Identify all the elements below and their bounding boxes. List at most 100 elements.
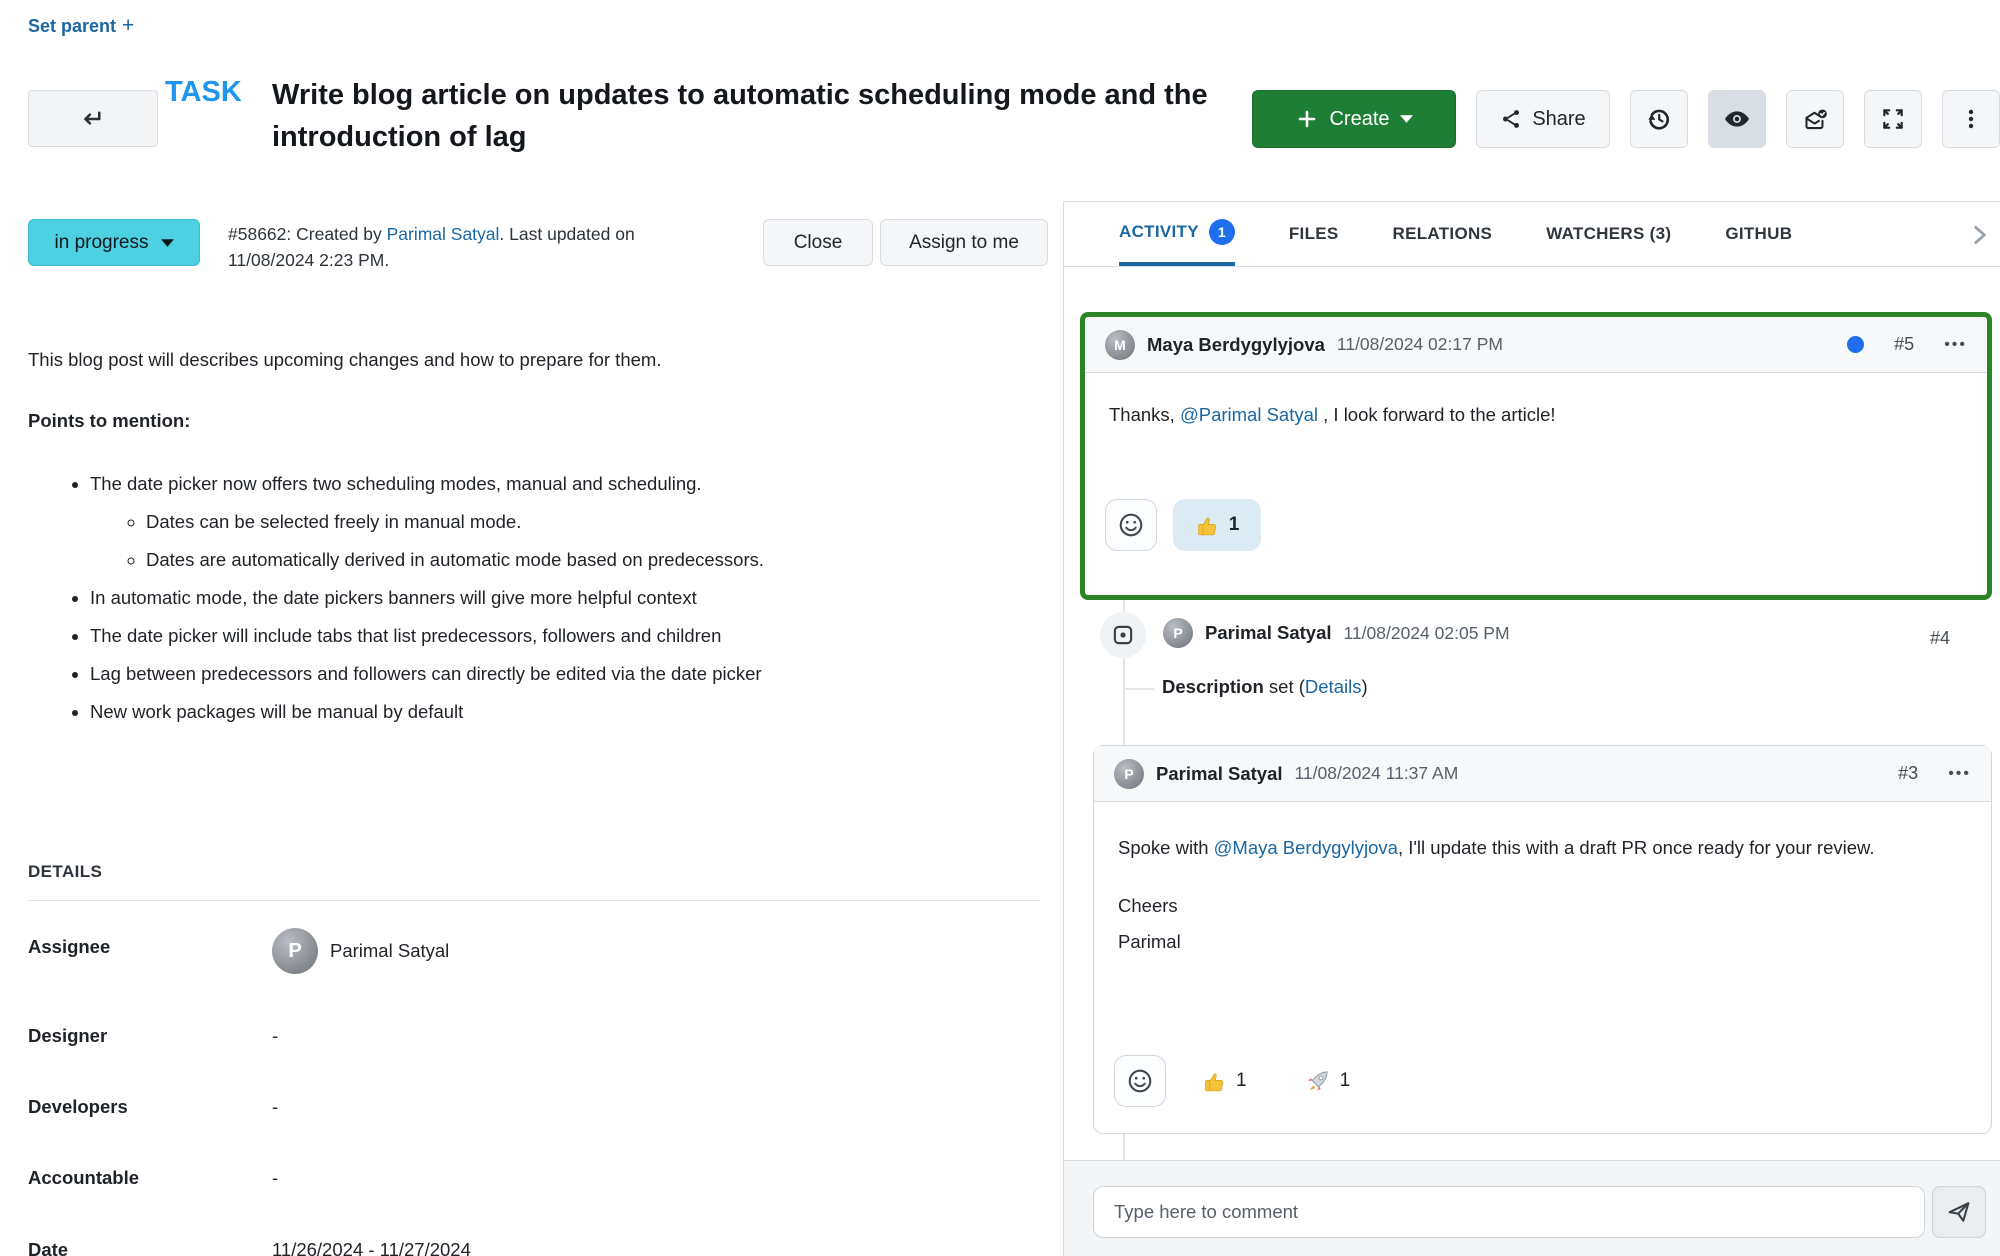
fullscreen-button[interactable] — [1864, 90, 1922, 148]
comment-number: #5 — [1894, 334, 1915, 354]
comment-menu-button[interactable]: ••• — [1944, 336, 1967, 354]
unread-indicator-dot — [1847, 336, 1865, 353]
comment-text: Thanks, @Parimal Satyal , I look forward… — [1109, 404, 1556, 425]
mention-link[interactable]: @Maya Berdygylyjova — [1214, 837, 1398, 858]
work-package-meta: #58662: Created by Parimal Satyal. Last … — [228, 224, 635, 270]
event-change-text: Description set (Details) — [1162, 676, 1368, 697]
kebab-menu-icon — [1959, 107, 1983, 131]
comment-timestamp: 11/08/2024 02:17 PM — [1336, 334, 1503, 354]
designer-value[interactable]: - — [272, 1025, 278, 1047]
share-icon — [1500, 108, 1522, 130]
reactions-row: 1 — [1105, 499, 1261, 551]
close-button[interactable]: Close — [763, 219, 873, 266]
tabs-scroll-right-button[interactable] — [1966, 222, 1992, 248]
set-parent-link[interactable]: Set parent + — [28, 14, 134, 38]
details-heading: DETAILS — [28, 862, 103, 881]
tab-watchers[interactable]: WATCHERS (3) — [1546, 202, 1671, 266]
tab-relations[interactable]: RELATIONS — [1393, 202, 1493, 266]
date-value[interactable]: 11/26/2024 - 11/27/2024 — [272, 1239, 471, 1256]
description-editable-area[interactable]: This blog post will describes upcoming c… — [28, 346, 1028, 736]
comment-timestamp: 11/08/2024 11:37 AM — [1294, 763, 1459, 783]
page-title[interactable]: Write blog article on updates to automat… — [272, 74, 1237, 158]
reactions-row: 1 1 — [1114, 1055, 1356, 1107]
comment-text: Spoke with @Maya Berdygylyjova, I'll upd… — [1118, 837, 1875, 858]
assign-to-me-button[interactable]: Assign to me — [880, 219, 1048, 266]
comment-5-card: M Maya Berdygylyjova 11/08/2024 02:17 PM… — [1080, 312, 1992, 600]
reaction-count: 1 — [1228, 514, 1240, 535]
comment-composer — [1064, 1160, 2000, 1256]
comment-author: Parimal Satyal — [1156, 762, 1283, 784]
description-sub-bullet: Dates are automatically derived in autom… — [146, 546, 1028, 574]
tab-files[interactable]: FILES — [1289, 202, 1339, 266]
thumbs-up-reaction-chip[interactable]: 1 — [1173, 499, 1261, 551]
description-bullet: The date picker now offers two schedulin… — [90, 470, 1028, 574]
mail-check-icon — [1802, 106, 1829, 133]
developers-label: Developers — [28, 1096, 128, 1117]
avatar: P — [1114, 758, 1144, 789]
send-comment-button[interactable] — [1932, 1186, 1986, 1238]
comment-3-card: P Parimal Satyal 11/08/2024 11:37 AM #3 … — [1093, 745, 1992, 1134]
avatar: P — [272, 928, 318, 974]
description-bullet: In automatic mode, the date pickers bann… — [90, 584, 1028, 612]
plus-icon: + — [122, 14, 135, 37]
creator-link[interactable]: Parimal Satyal — [387, 224, 500, 244]
thumbs-up-icon — [1205, 1072, 1224, 1091]
comment-author: Maya Berdygylyjova — [1147, 333, 1325, 355]
accountable-value[interactable]: - — [272, 1167, 278, 1189]
mark-notifications-read-button[interactable] — [1786, 90, 1844, 148]
share-button-label: Share — [1532, 107, 1586, 130]
comment-input[interactable] — [1093, 1186, 1925, 1238]
share-button[interactable]: Share — [1476, 90, 1610, 148]
expand-icon — [1880, 106, 1906, 132]
tab-github[interactable]: GITHUB — [1725, 202, 1792, 266]
assignee-name: Parimal Satyal — [330, 940, 450, 961]
back-arrow-icon — [78, 104, 108, 134]
thumbs-up-icon — [1197, 516, 1216, 535]
create-button-label: Create — [1329, 107, 1390, 130]
watch-button[interactable] — [1708, 90, 1766, 148]
description-bullet: The date picker will include tabs that l… — [90, 622, 1028, 650]
back-button[interactable] — [28, 90, 158, 147]
chevron-down-icon — [160, 238, 174, 247]
event-author: Parimal Satyal — [1205, 622, 1332, 643]
pane-divider — [1063, 201, 1064, 1256]
status-label: in progress — [54, 231, 149, 253]
description-heading: Points to mention: — [28, 410, 191, 431]
work-package-type[interactable]: TASK — [165, 76, 242, 109]
mention-link[interactable]: @Parimal Satyal — [1180, 404, 1318, 425]
more-options-button[interactable] — [1942, 90, 2000, 148]
assignee-label: Assignee — [28, 936, 111, 957]
smiley-icon — [1128, 1069, 1152, 1093]
chevron-right-icon — [1974, 226, 1986, 244]
add-reaction-button[interactable] — [1114, 1055, 1166, 1107]
avatar: P — [1163, 618, 1193, 648]
header-actions: Create Share — [1252, 90, 2000, 148]
create-button[interactable]: Create — [1252, 90, 1456, 148]
description-intro: This blog post will describes upcoming c… — [28, 349, 662, 370]
event-connector-line — [1124, 688, 1154, 690]
details-link[interactable]: Details — [1305, 676, 1362, 697]
assignee-value[interactable]: P Parimal Satyal — [272, 928, 449, 974]
comment-header: P Parimal Satyal 11/08/2024 11:37 AM #3 … — [1094, 746, 1991, 802]
details-divider — [28, 900, 1040, 901]
developers-value[interactable]: - — [272, 1096, 278, 1118]
avatar: M — [1105, 329, 1135, 360]
smiley-icon — [1119, 513, 1143, 537]
eye-icon — [1723, 105, 1751, 133]
history-button[interactable] — [1630, 90, 1688, 148]
send-icon — [1948, 1202, 1970, 1222]
tab-activity[interactable]: ACTIVITY 1 — [1119, 202, 1235, 266]
reaction-count: 1 — [1236, 1070, 1247, 1091]
thumbs-up-reaction-chip[interactable]: 1 — [1196, 1055, 1253, 1107]
change-event-icon — [1113, 625, 1133, 645]
chevron-down-icon — [1399, 115, 1413, 123]
comment-header: M Maya Berdygylyjova 11/08/2024 02:17 PM… — [1085, 317, 1987, 373]
event-header: P Parimal Satyal 11/08/2024 02:05 PM — [1163, 618, 1510, 648]
add-reaction-button[interactable] — [1105, 499, 1157, 551]
comment-menu-button[interactable]: ••• — [1948, 765, 1971, 783]
event-number: #4 — [1930, 628, 1951, 648]
status-dropdown[interactable]: in progress — [28, 219, 200, 266]
plus-icon — [1295, 107, 1319, 131]
rocket-reaction-chip[interactable]: 1 — [1299, 1055, 1357, 1107]
comment-signoff: Cheers Parimal — [1118, 895, 1181, 952]
